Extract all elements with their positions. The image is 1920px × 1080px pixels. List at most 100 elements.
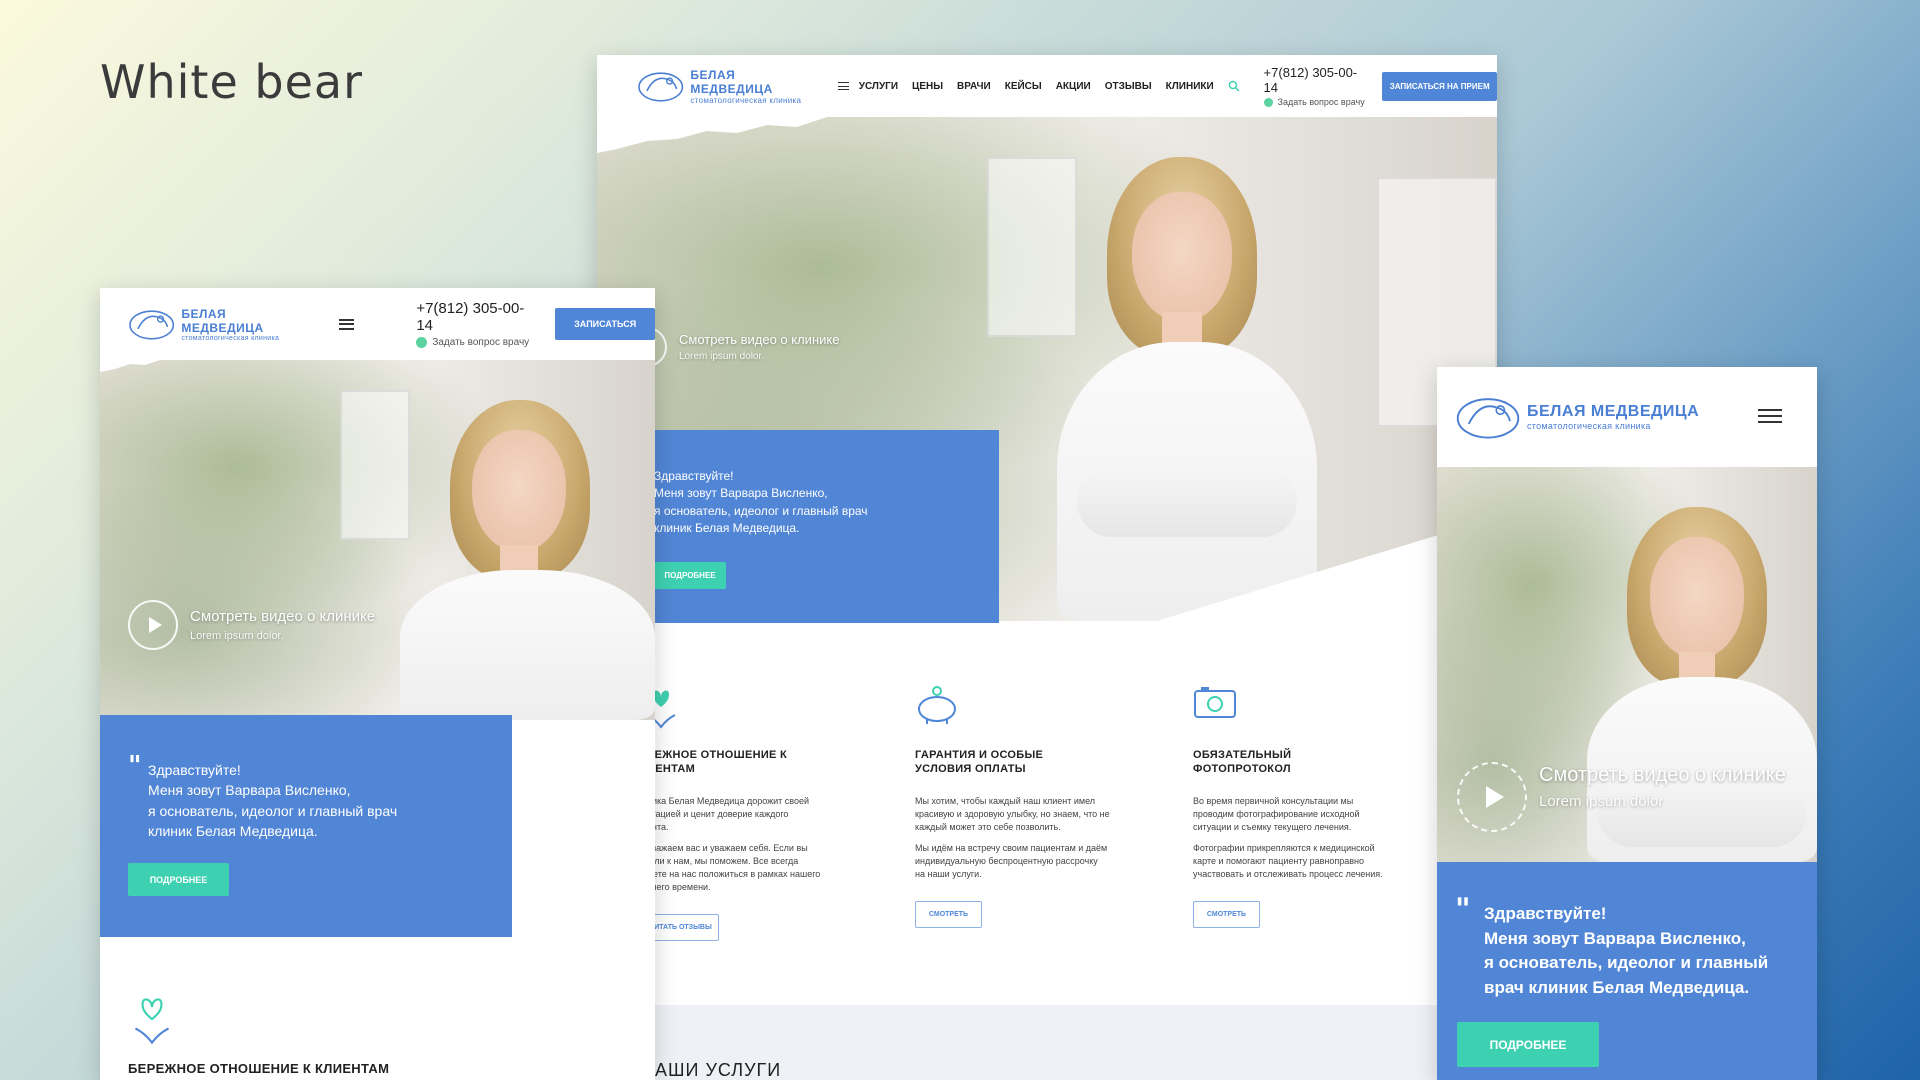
tablet-header: БЕЛАЯ МЕДВЕДИЦА стоматологическая клиник… [100,288,655,360]
nav-services[interactable]: УСЛУГИ [859,81,898,92]
quote-icon: " [1455,892,1471,927]
feature-title: ГАРАНТИЯ И ОСОБЫЕ УСЛОВИЯ ОПЛАТЫ [915,749,1155,777]
view-button[interactable]: СМОТРЕТЬ [1193,900,1260,928]
nav-cases[interactable]: КЕЙСЫ [1005,81,1042,92]
feature-text-line: утацией и ценит доверие каждого [647,808,789,819]
nav-prices[interactable]: ЦЕНЫ [912,81,943,92]
mobile-header: БЕЛАЯ МЕДВЕДИЦА стоматологическая клиник… [1437,367,1817,467]
menu-icon[interactable] [338,318,355,330]
tablet-mockup: БЕЛАЯ МЕДВЕДИЦА стоматологическая клиник… [100,288,655,1080]
greeting-line: Меня зовут Варвара Висленко, [148,782,351,799]
book-appointment-button[interactable]: ЗАПИСАТЬСЯ [555,308,655,340]
greeting-line: Здравствуйте! [148,762,241,778]
feature-text: Мы идём на встречу своим пациентам и даё… [915,842,1155,881]
greeting-line: я основатель, идеолог и главный [1484,953,1769,973]
feature-text-line: Во время первичной консультации мы [1193,795,1354,806]
greeting-text: Здравствуйте! Меня зовут Варвара Висленк… [1484,902,1817,1001]
bear-logo-icon [638,72,684,102]
feature-guarantee: ГАРАНТИЯ И ОСОБЫЕ УСЛОВИЯ ОПЛАТЫ Мы хоти… [915,685,1155,928]
feature-text-line: жете на нас положиться в рамках нашего [647,868,821,879]
more-button[interactable]: ПОДРОБНЕЕ [128,863,229,896]
read-reviews-button[interactable]: ИТАТЬ ОТЗЫВЫ [647,913,719,941]
feature-text-line: участвовать и отслеживать процесс лечени… [1193,868,1383,879]
feature-care: РЕЖНОЕ ОТНОШЕНИЕ К ИЕНТАМ ника Белая Мед… [647,685,847,941]
feature-text-line: Мы идём на встречу своим пациентам и даё… [915,842,1108,853]
phone-number[interactable]: +7(812) 305-00-14 [416,300,539,334]
video-link[interactable]: Смотреть видео о клинике Lorem ipsum dol… [1457,762,1786,832]
feature-text-line: ника Белая Медведица дорожит своей [647,795,810,806]
feature-title-line: ФОТОПРОТОКОЛ [1193,762,1291,775]
feature-text-line: уважаем вас и уважаем себя. Если вы [647,842,808,853]
feature-title: ОБЯЗАТЕЛЬНЫЙ ФОТОПРОТОКОЛ [1193,749,1433,777]
more-button[interactable]: ПОДРОБНЕЕ [654,562,726,589]
greeting-line: Меня зовут Варвара Висленко, [1484,928,1746,948]
brand-name: БЕЛАЯ МЕДВЕДИЦА [181,306,264,335]
services-section: АШИ УСЛУГИ [597,1005,1497,1080]
search-icon[interactable] [1228,80,1240,92]
video-subtitle: Lorem ipsum dolor [1539,793,1664,810]
menu-icon[interactable] [837,82,849,90]
feature-text-line: каждый может это себе позволить. [915,821,1061,832]
ask-doctor-label: Задать вопрос врачу [1277,97,1365,107]
brand-subtitle: стоматологическая клиника [1527,421,1651,431]
feature-text-line: очего времени. [647,881,711,892]
greeting-line: я основатель, идеолог и главный врач [148,802,398,819]
feature-text: уважаем вас и уважаем себя. Если вы шли … [647,842,847,894]
view-button[interactable]: СМОТРЕТЬ [915,900,982,928]
tablet-hero: Смотреть видео о клинике Lorem ipsum dol… [100,360,655,720]
greeting-line: клиник Белая Медведица. [148,822,318,839]
desktop-nav: УСЛУГИ ЦЕНЫ ВРАЧИ КЕЙСЫ АКЦИИ ОТЗЫВЫ КЛИ… [859,81,1214,92]
feature-text-line: индивидуальную беспроцентную рассрочку [915,855,1098,866]
feature-text-line: шли к нам, мы поможем. Все всегда [647,855,799,866]
greeting-line: я основатель, идеолог и главный врач [654,503,868,518]
ask-doctor-link[interactable]: Задать вопрос врачу [416,337,539,348]
feature-text: Во время первичной консультации мы прово… [1193,795,1433,834]
torn-edge-decoration [100,360,160,372]
ask-doctor-label: Задать вопрос врачу [432,337,530,348]
desktop-greeting-box: Здравствуйте! Меня зовут Варвара Висленк… [654,430,999,623]
nav-doctors[interactable]: ВРАЧИ [957,81,991,92]
nav-reviews[interactable]: ОТЗЫВЫ [1105,81,1152,92]
mobile-mockup: БЕЛАЯ МЕДВЕДИЦА стоматологическая клиник… [1437,367,1817,1080]
tablet-greeting-box: " Здравствуйте! Меня зовут Варвара Висле… [100,715,512,937]
mobile-logo[interactable]: БЕЛАЯ МЕДВЕДИЦА стоматологическая клиник… [1455,393,1699,441]
mobile-greeting-box: " Здравствуйте! Меня зовут Варвара Висле… [1437,862,1817,1080]
play-icon[interactable] [1457,762,1527,832]
page-title: White bear [100,55,363,109]
nav-clinics[interactable]: КЛИНИКИ [1166,81,1214,92]
piggy-bank-icon [918,686,956,724]
feature-text-line: Мы хотим, чтобы каждый наш клиент имел [915,795,1096,806]
quote-icon: " [128,751,142,781]
feature-text-line: проводим фотографирование исходной [1193,808,1360,819]
bear-logo-icon [129,310,175,340]
greeting-line: врач клиник Белая Медведица. [1484,977,1750,997]
menu-icon[interactable] [1758,409,1782,423]
bear-logo-icon [1456,398,1520,439]
greeting-text: Здравствуйте! Меня зовут Варвара Висленк… [148,760,512,841]
whatsapp-icon [1263,97,1273,107]
brand-name: БЕЛАЯ МЕДВЕДИЦА [1527,403,1700,420]
feature-text-line: на наши услуги. [915,868,982,879]
nav-promos[interactable]: АКЦИИ [1056,81,1091,92]
tablet-logo[interactable]: БЕЛАЯ МЕДВЕДИЦА стоматологическая клиник… [128,306,311,342]
feature-title: РЕЖНОЕ ОТНОШЕНИЕ К ИЕНТАМ [647,749,847,777]
feature-care: БЕРЕЖНОЕ ОТНОШЕНИЕ К КЛИЕНТАМ [128,993,528,1077]
brand-name: БЕЛАЯ МЕДВЕДИЦА [690,67,773,96]
tablet-contacts: +7(812) 305-00-14 Задать вопрос врачу [416,300,539,348]
greeting-line: клиник Белая Медведица. [654,521,800,536]
ask-doctor-link[interactable]: Задать вопрос врачу [1263,97,1371,107]
book-appointment-button[interactable]: ЗАПИСАТЬСЯ НА ПРИЕМ [1382,71,1497,101]
more-button[interactable]: ПОДРОБНЕЕ [1457,1022,1599,1067]
feature-title-line: ОБЯЗАТЕЛЬНЫЙ [1193,749,1292,761]
feature-title: БЕРЕЖНОЕ ОТНОШЕНИЕ К КЛИЕНТАМ [128,1061,390,1076]
feature-text-line: ситуации и съемку текущего лечения. [1193,821,1352,832]
desktop-header: БЕЛАЯ МЕДВЕДИЦА стоматологическая клиник… [597,55,1497,117]
feature-text: ника Белая Медведица дорожит своей утаци… [647,795,847,834]
phone-number[interactable]: +7(812) 305-00-14 [1264,65,1371,95]
desktop-logo[interactable]: БЕЛАЯ МЕДВЕДИЦА стоматологическая клиник… [637,68,820,105]
services-heading: АШИ УСЛУГИ [655,1060,782,1080]
feature-title-line: ГАРАНТИЯ И ОСОБЫЕ [915,749,1044,761]
camera-icon [1194,687,1236,718]
heart-hands-icon [134,998,170,1045]
greeting-text: Здравствуйте! Меня зовут Варвара Висленк… [654,468,999,538]
